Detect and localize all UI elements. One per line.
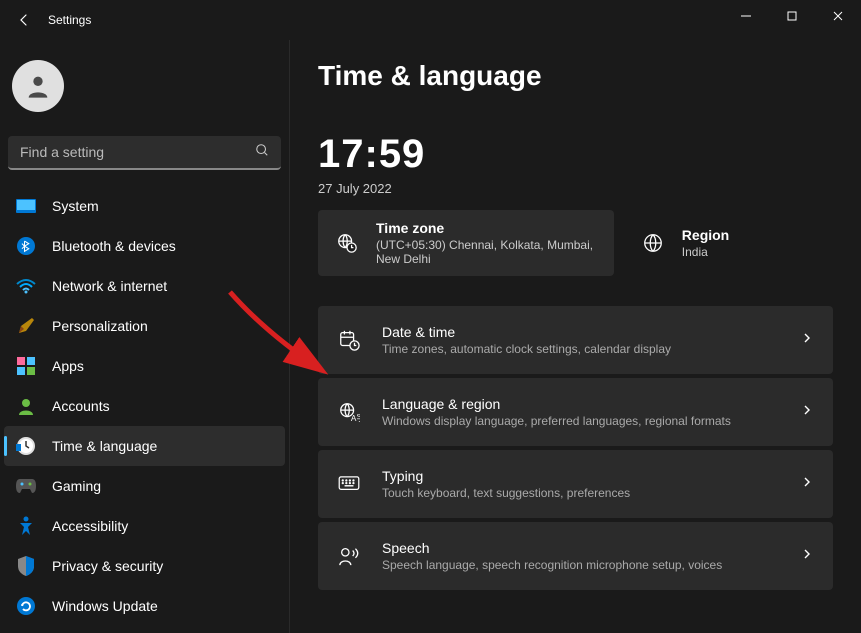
- chevron-right-icon: [801, 331, 813, 349]
- page-title: Time & language: [318, 60, 833, 92]
- person-icon: [16, 396, 36, 416]
- search-icon: [255, 143, 269, 162]
- close-button[interactable]: [815, 0, 861, 32]
- sidebar-item-apps[interactable]: Apps: [4, 346, 285, 386]
- timezone-value: (UTC+05:30) Chennai, Kolkata, Mumbai, Ne…: [376, 238, 596, 266]
- sidebar-item-brush[interactable]: Personalization: [4, 306, 285, 346]
- system-icon: [16, 196, 36, 216]
- setting-title: Language & region: [382, 396, 731, 412]
- sidebar-item-label: Accessibility: [52, 518, 128, 534]
- search-input[interactable]: [20, 144, 255, 160]
- sidebar-item-update[interactable]: Windows Update: [4, 586, 285, 626]
- region-card[interactable]: Region India: [624, 210, 833, 276]
- timezone-label: Time zone: [376, 220, 596, 236]
- sidebar-item-label: Gaming: [52, 478, 101, 494]
- sidebar: System Bluetooth & devices Network & inter…: [0, 40, 290, 633]
- bluetooth-icon: [16, 236, 36, 256]
- setting-item-speech[interactable]: Speech Speech language, speech recognitio…: [318, 522, 833, 590]
- wifi-icon: [16, 276, 36, 296]
- keyboard-icon: [338, 473, 360, 495]
- sidebar-item-label: Apps: [52, 358, 84, 374]
- globe-clock-icon: [336, 232, 358, 254]
- clock-display: 17:59: [318, 132, 833, 177]
- setting-desc: Time zones, automatic clock settings, ca…: [382, 342, 671, 356]
- sidebar-item-label: System: [52, 198, 99, 214]
- window-title: Settings: [48, 13, 91, 27]
- globe-text-icon: A字: [338, 401, 360, 423]
- minimize-button[interactable]: [723, 0, 769, 32]
- apps-icon: [16, 356, 36, 376]
- setting-item-date-time[interactable]: Date & time Time zones, automatic clock s…: [318, 306, 833, 374]
- chevron-right-icon: [801, 547, 813, 565]
- search-box[interactable]: [8, 136, 281, 170]
- sidebar-item-gaming[interactable]: Gaming: [4, 466, 285, 506]
- sidebar-item-person[interactable]: Accounts: [4, 386, 285, 426]
- setting-desc: Windows display language, preferred lang…: [382, 414, 731, 428]
- gaming-icon: [16, 476, 36, 496]
- sidebar-item-label: Bluetooth & devices: [52, 238, 176, 254]
- setting-title: Typing: [382, 468, 630, 484]
- sidebar-item-bluetooth[interactable]: Bluetooth & devices: [4, 226, 285, 266]
- region-label: Region: [682, 227, 729, 243]
- region-value: India: [682, 245, 729, 259]
- calendar-clock-icon: [338, 329, 360, 351]
- sidebar-item-label: Time & language: [52, 438, 157, 454]
- timezone-card[interactable]: Time zone (UTC+05:30) Chennai, Kolkata, …: [318, 210, 614, 276]
- sidebar-item-accessibility[interactable]: Accessibility: [4, 506, 285, 546]
- globe-icon: [642, 232, 664, 254]
- sidebar-item-wifi[interactable]: Network & internet: [4, 266, 285, 306]
- profile-section[interactable]: [4, 40, 285, 136]
- setting-item-language-region[interactable]: A字 Language & region Windows display langu…: [318, 378, 833, 446]
- back-button[interactable]: [8, 4, 40, 36]
- brush-icon: [16, 316, 36, 336]
- sidebar-item-system[interactable]: System: [4, 186, 285, 226]
- sidebar-item-shield[interactable]: Privacy & security: [4, 546, 285, 586]
- main-content: Time & language 17:59 27 July 2022 Time …: [290, 40, 861, 633]
- clock-icon: [16, 436, 36, 456]
- setting-title: Speech: [382, 540, 722, 556]
- sidebar-item-label: Accounts: [52, 398, 110, 414]
- speech-icon: [338, 545, 360, 567]
- sidebar-item-label: Personalization: [52, 318, 148, 334]
- setting-title: Date & time: [382, 324, 671, 340]
- maximize-button[interactable]: [769, 0, 815, 32]
- chevron-right-icon: [801, 475, 813, 493]
- svg-text:A字: A字: [351, 413, 360, 423]
- avatar: [12, 60, 64, 112]
- update-icon: [16, 596, 36, 616]
- sidebar-item-label: Windows Update: [52, 598, 158, 614]
- sidebar-item-label: Privacy & security: [52, 558, 163, 574]
- chevron-right-icon: [801, 403, 813, 421]
- setting-desc: Touch keyboard, text suggestions, prefer…: [382, 486, 630, 500]
- accessibility-icon: [16, 516, 36, 536]
- sidebar-item-clock[interactable]: Time & language: [4, 426, 285, 466]
- setting-desc: Speech language, speech recognition micr…: [382, 558, 722, 572]
- sidebar-item-label: Network & internet: [52, 278, 167, 294]
- shield-icon: [16, 556, 36, 576]
- setting-item-typing[interactable]: Typing Touch keyboard, text suggestions, …: [318, 450, 833, 518]
- date-display: 27 July 2022: [318, 181, 833, 196]
